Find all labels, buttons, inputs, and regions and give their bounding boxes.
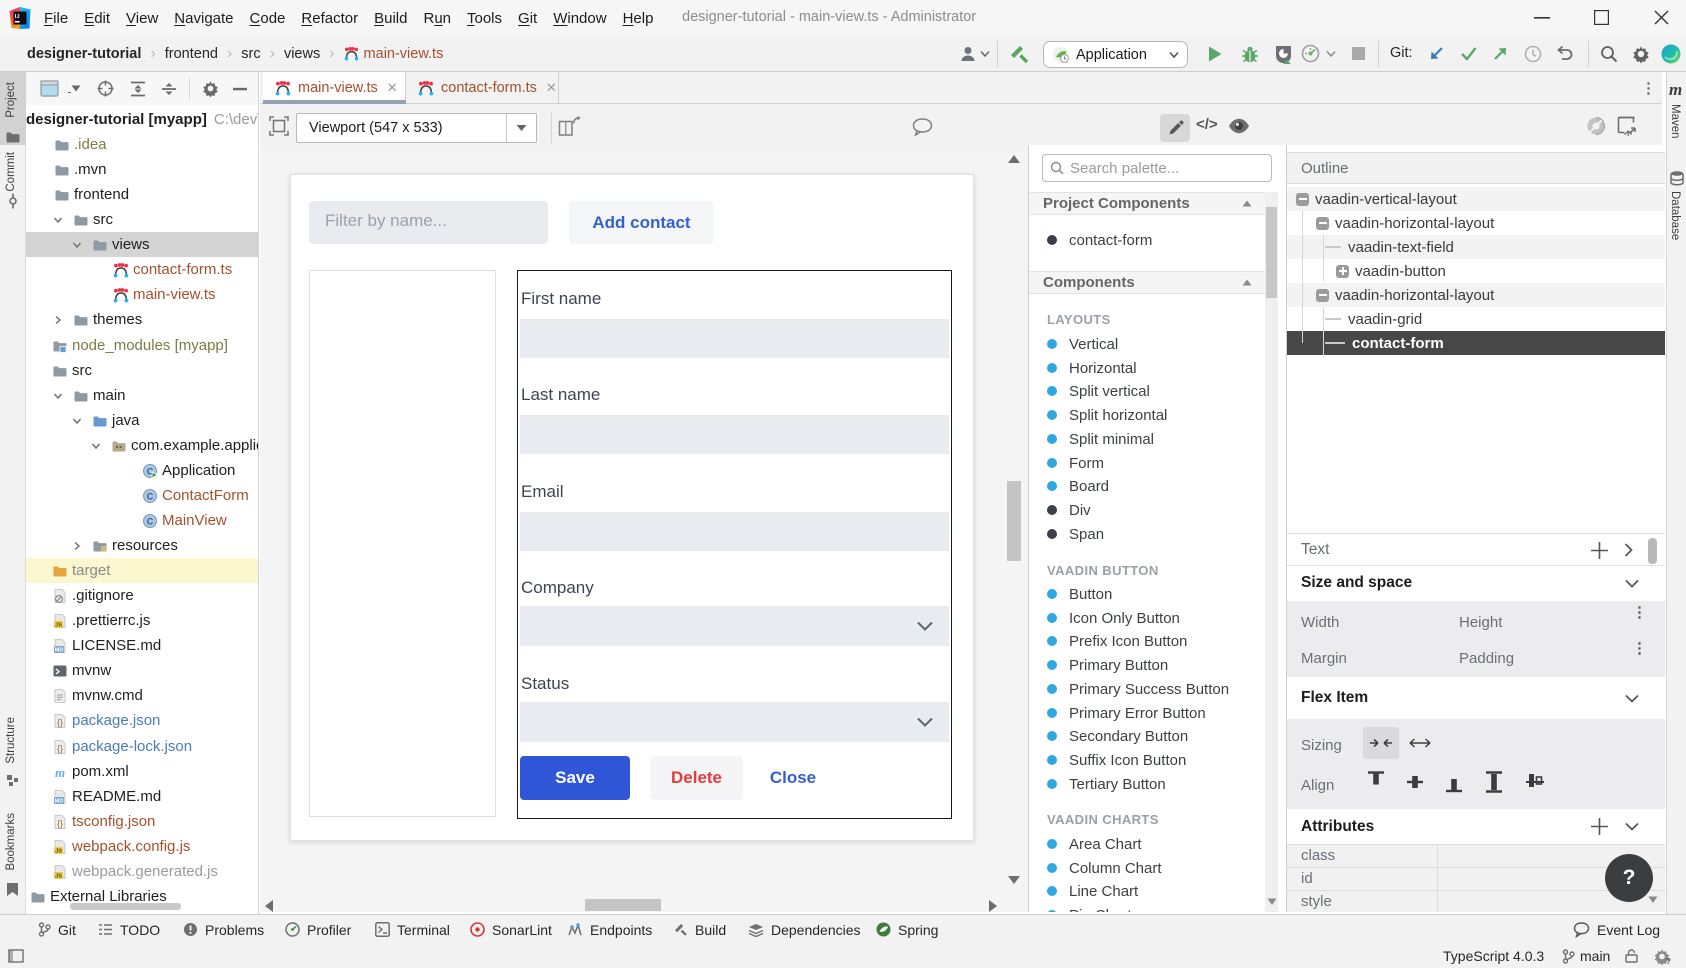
svg-text:{}: {}: [57, 717, 63, 727]
svg-text:MD: MD: [55, 647, 64, 653]
svg-text:JS: JS: [55, 848, 62, 854]
svg-text:C: C: [147, 491, 154, 501]
svg-text:JS: JS: [55, 622, 62, 628]
svg-text:C: C: [147, 516, 154, 526]
svg-text:JS: JS: [55, 873, 62, 879]
svg-text:{}: {}: [57, 818, 63, 828]
svg-text:m: m: [55, 765, 65, 780]
svg-text:IJ: IJ: [15, 14, 20, 20]
svg-text:MD: MD: [55, 798, 64, 804]
svg-text:?: ?: [1666, 956, 1671, 965]
svg-text:{}: {}: [57, 743, 63, 753]
